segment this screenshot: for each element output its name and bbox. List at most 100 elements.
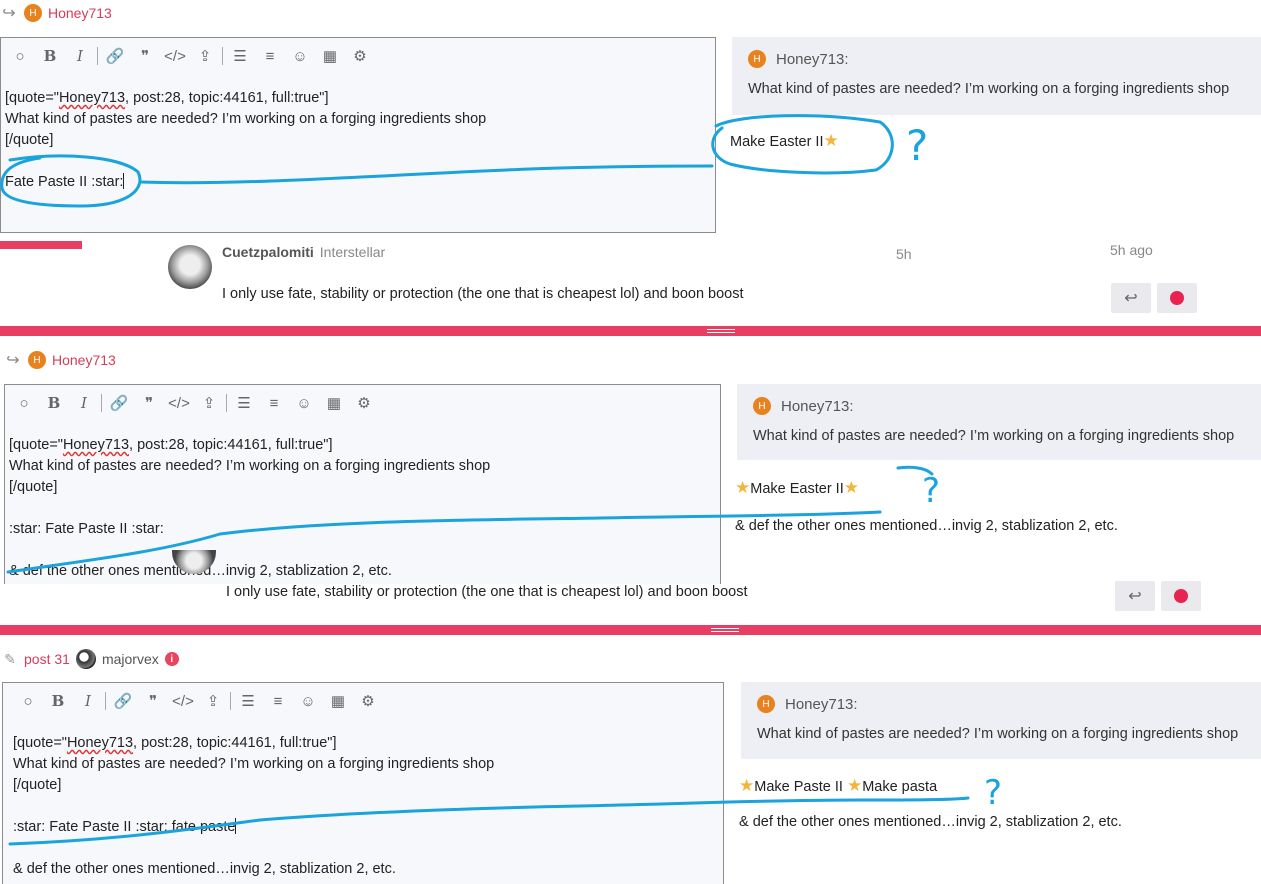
post-author[interactable]: Cuetzpalomiti Interstellar (222, 244, 385, 260)
editor-text-misspelled: Honey713 (62, 437, 130, 453)
composer-panel-2: ↪ H Honey713 ○ B I 🔗 ❞ </> ⇪ ☰ ≡ ☺ ▦ ⚙ [… (0, 336, 1261, 625)
record-dot-icon (1174, 589, 1188, 603)
blockquote-icon[interactable]: ❞ (138, 687, 168, 715)
editor-textarea[interactable]: [quote="Honey713, post:28, topic:44161, … (3, 719, 723, 880)
emoji-icon[interactable]: ☺ (285, 42, 315, 70)
bullet-list-icon[interactable]: ☰ (233, 687, 263, 715)
avatar: H (28, 351, 46, 369)
editor-text-misspelled: Honey713 (58, 90, 126, 106)
editor-text-misspelled: Honey713 (66, 735, 134, 751)
emoji-icon[interactable]: ☺ (293, 687, 323, 715)
gear-icon[interactable]: ⚙ (345, 42, 375, 70)
reply-arrow-icon[interactable]: ↪ (0, 3, 18, 23)
editor-text: [/quote] (13, 777, 62, 793)
blockquote-icon[interactable]: ❞ (130, 42, 160, 70)
numbered-list-icon[interactable]: ≡ (263, 687, 293, 715)
star-icon: ★ (739, 776, 755, 795)
gear-icon[interactable]: ⚙ (349, 389, 379, 417)
reply-to-user[interactable]: Honey713 (52, 352, 116, 368)
bullet-list-icon[interactable]: ☰ (225, 42, 255, 70)
quote-text: What kind of pastes are needed? I’m work… (757, 726, 1239, 742)
divider-grip-icon[interactable] (707, 329, 735, 333)
code-icon[interactable]: </> (164, 389, 194, 417)
calendar-icon[interactable]: ▦ (319, 389, 349, 417)
editor-textarea[interactable]: [quote="Honey713, post:28, topic:44161, … (1, 74, 715, 193)
blockquote-icon[interactable]: ❞ (134, 389, 164, 417)
panel-divider[interactable] (0, 625, 1261, 635)
quote-user: Honey713: (776, 50, 849, 68)
info-icon[interactable]: i (164, 652, 179, 666)
link-icon[interactable]: 🔗 (108, 687, 138, 715)
pencil-icon: ✎ (4, 650, 16, 667)
edit-user[interactable]: majorvex (102, 651, 159, 667)
bold-icon[interactable]: B (35, 42, 65, 70)
upload-icon[interactable]: ⇪ (194, 389, 224, 417)
user-avatar[interactable] (168, 245, 212, 289)
editor-textarea[interactable]: [quote="Honey713, post:28, topic:44161, … (5, 421, 720, 582)
calendar-icon[interactable]: ▦ (323, 687, 353, 715)
bold-icon[interactable]: B (43, 687, 73, 715)
editor-toolbar: ○ B I 🔗 ❞ </> ⇪ ☰ ≡ ☺ ▦ ⚙ (3, 683, 723, 719)
panel-divider[interactable] (0, 326, 1261, 336)
avatar (75, 649, 96, 669)
link-icon[interactable]: 🔗 (104, 389, 134, 417)
preview-pane: H Honey713: What kind of pastes are need… (730, 37, 1261, 227)
preview-text: Make Paste II (754, 779, 843, 795)
editor-text: [/quote] (9, 479, 58, 495)
author-name: Cuetzpalomiti (222, 244, 314, 260)
toolbar-divider (105, 692, 106, 710)
record-dot-icon (1170, 291, 1184, 305)
preview-line: Make Easter II★ (730, 131, 839, 151)
post-body: I only use fate, stability or protection… (222, 286, 744, 302)
editor-text: Fate Paste II :star: (5, 174, 124, 190)
editor-text: [quote=" (13, 735, 67, 751)
avatar: H (757, 695, 775, 713)
toolbar-divider (226, 394, 227, 412)
speech-bubble-icon[interactable]: ○ (9, 389, 39, 417)
record-button[interactable] (1161, 581, 1201, 611)
reply-button[interactable]: ↩ (1115, 581, 1155, 611)
numbered-list-icon[interactable]: ≡ (255, 42, 285, 70)
italic-icon[interactable]: I (65, 42, 95, 70)
code-icon[interactable]: </> (168, 687, 198, 715)
speech-bubble-icon[interactable]: ○ (13, 687, 43, 715)
reply-arrow-icon[interactable]: ↪ (4, 350, 22, 370)
italic-icon[interactable]: I (73, 687, 103, 715)
upload-icon[interactable]: ⇪ (198, 687, 228, 715)
reply-icon: ↩ (1128, 588, 1142, 605)
code-icon[interactable]: </> (160, 42, 190, 70)
bullet-list-icon[interactable]: ☰ (229, 389, 259, 417)
upload-icon[interactable]: ⇪ (190, 42, 220, 70)
quote-text: What kind of pastes are needed? I’m work… (748, 81, 1230, 97)
divider-grip-icon[interactable] (711, 628, 739, 632)
star-icon: ★ (823, 131, 839, 150)
text-caret (123, 173, 125, 189)
quote-text: What kind of pastes are needed? I’m work… (753, 428, 1235, 444)
preview-pane: H Honey713: What kind of pastes are need… (739, 682, 1261, 842)
record-button[interactable] (1157, 283, 1197, 313)
reply-to-user[interactable]: Honey713 (48, 5, 112, 21)
accent-bar (0, 241, 82, 249)
preview-pane: H Honey713: What kind of pastes are need… (735, 384, 1261, 544)
speech-bubble-icon[interactable]: ○ (5, 42, 35, 70)
bold-icon[interactable]: B (39, 389, 69, 417)
toolbar-divider (101, 394, 102, 412)
preview-text: Make pasta (862, 779, 938, 795)
preview-text: Make Easter II (730, 134, 824, 150)
editor-text: & def the other ones mentioned…invig 2, … (13, 861, 396, 877)
edit-header: ✎ post 31 majorvex i (2, 646, 179, 672)
gear-icon[interactable]: ⚙ (353, 687, 383, 715)
markdown-editor[interactable]: ○ B I 🔗 ❞ </> ⇪ ☰ ≡ ☺ ▦ ⚙ [quote="Honey7… (2, 682, 724, 884)
post-age[interactable]: 5h (896, 246, 912, 262)
composer-panel-3: ✎ post 31 majorvex i ○ B I 🔗 ❞ </> ⇪ ☰ ≡… (0, 635, 1261, 884)
markdown-editor[interactable]: ○ B I 🔗 ❞ </> ⇪ ☰ ≡ ☺ ▦ ⚙ [quote="Honey7… (0, 37, 716, 233)
emoji-icon[interactable]: ☺ (289, 389, 319, 417)
calendar-icon[interactable]: ▦ (315, 42, 345, 70)
italic-icon[interactable]: I (69, 389, 99, 417)
markdown-editor[interactable]: ○ B I 🔗 ❞ </> ⇪ ☰ ≡ ☺ ▦ ⚙ [quote="Honey7… (4, 384, 721, 584)
reply-button[interactable]: ↩ (1111, 283, 1151, 313)
link-icon[interactable]: 🔗 (100, 42, 130, 70)
editor-text: :star: Fate Paste II :star: (9, 521, 164, 537)
edit-post-link[interactable]: post 31 (24, 651, 70, 667)
numbered-list-icon[interactable]: ≡ (259, 389, 289, 417)
